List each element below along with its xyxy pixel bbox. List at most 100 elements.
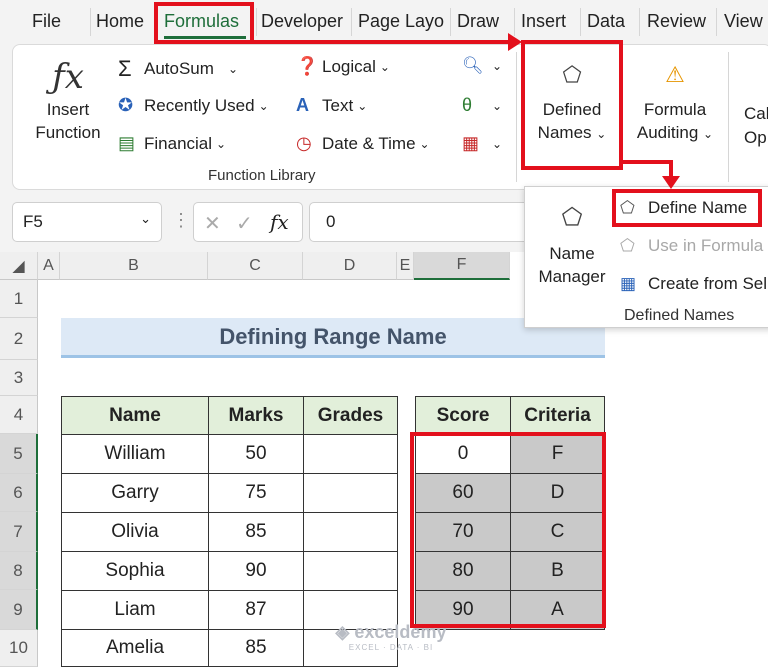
- cancel-icon[interactable]: ✕: [204, 211, 221, 236]
- calculation-options-button[interactable]: Cal Op: [744, 104, 768, 148]
- more-options-icon: ⋮: [172, 210, 190, 230]
- row-header-8[interactable]: 8: [0, 552, 38, 590]
- header-score[interactable]: Score: [415, 396, 511, 435]
- row-header-1[interactable]: 1: [0, 280, 38, 318]
- table-cell[interactable]: Olivia: [61, 512, 209, 552]
- tab-home[interactable]: Home: [96, 11, 144, 32]
- select-all-corner[interactable]: ◢: [0, 252, 38, 280]
- star-icon: ✪: [118, 95, 134, 115]
- formulas-tab-highlight: [154, 2, 254, 44]
- column-header-c[interactable]: C: [208, 252, 303, 280]
- header-name[interactable]: Name: [61, 396, 209, 435]
- table-cell[interactable]: William: [61, 434, 209, 474]
- row-header-7[interactable]: 7: [0, 512, 38, 552]
- column-header-b[interactable]: B: [60, 252, 208, 280]
- tab-insert[interactable]: Insert: [521, 11, 566, 32]
- row-header-9[interactable]: 9: [0, 590, 38, 630]
- financial-label: Financial: [144, 133, 213, 153]
- table-cell[interactable]: [303, 434, 398, 474]
- table-cell[interactable]: 50: [208, 434, 304, 474]
- table-cell[interactable]: 75: [208, 473, 304, 513]
- table-cell[interactable]: 90: [208, 551, 304, 591]
- row-header-6[interactable]: 6: [0, 474, 38, 512]
- function-icon: ƒx: [52, 57, 84, 97]
- chevron-down-icon: ⌄: [379, 59, 390, 74]
- column-header-d[interactable]: D: [303, 252, 397, 280]
- math-trig-button[interactable]: θ ⌄: [462, 95, 502, 116]
- formula-value: 0: [326, 212, 336, 231]
- create-from-selection-label: Create from Sel: [648, 274, 768, 293]
- more-functions-icon: ▦: [462, 133, 480, 153]
- theta-icon: θ: [462, 95, 473, 115]
- formula-auditing-label-2: Auditing ⌄: [630, 123, 720, 143]
- financial-button[interactable]: ▤ Financial ⌄: [118, 133, 226, 154]
- chevron-down-icon: ⌄: [140, 211, 151, 226]
- row-header-4[interactable]: 4: [0, 396, 38, 434]
- more-functions-button[interactable]: ▦ ⌄: [462, 133, 502, 154]
- chevron-down-icon: ⌄: [703, 127, 714, 141]
- formula-input[interactable]: 0: [309, 202, 539, 242]
- arrow-line-2: [623, 160, 673, 164]
- row-header-2[interactable]: 2: [0, 318, 38, 360]
- exceldemy-watermark: ◈ exceldemy EXCEL · DATA · BI: [316, 622, 466, 652]
- column-header-f[interactable]: F: [414, 252, 510, 280]
- tab-developer[interactable]: Developer: [261, 11, 345, 32]
- tab-page-layout[interactable]: Page Layout: [358, 11, 444, 32]
- sigma-icon: Σ: [118, 56, 132, 81]
- row-header-5[interactable]: 5: [0, 434, 38, 474]
- text-button[interactable]: A Text ⌄: [296, 95, 367, 116]
- name-box[interactable]: F5 ⌄: [12, 202, 162, 242]
- chevron-down-icon: ⌄: [419, 136, 430, 151]
- insert-function-button[interactable]: ƒx Insert Function: [30, 54, 106, 154]
- define-name-highlight: [612, 189, 762, 227]
- table-cell[interactable]: Sophia: [61, 551, 209, 591]
- recently-used-button[interactable]: ✪ Recently Used ⌄: [118, 95, 269, 116]
- financial-icon: ▤: [118, 133, 136, 153]
- create-from-selection-menu-item[interactable]: ▦ Create from Sel: [620, 274, 768, 294]
- tab-review[interactable]: Review: [647, 11, 706, 32]
- row-header-3[interactable]: 3: [0, 360, 38, 396]
- insert-function-label-1: Insert: [46, 100, 90, 119]
- autosum-button[interactable]: Σ AutoSum ⌄: [118, 56, 238, 82]
- arrow-line-1: [254, 40, 512, 44]
- name-manager-label-2: Manager: [538, 267, 606, 286]
- table-cell[interactable]: [303, 473, 398, 513]
- watermark-text: exceldemy: [354, 622, 447, 642]
- table-cell[interactable]: 85: [208, 512, 304, 552]
- use-in-formula-menu-item[interactable]: ⬠ Use in Formula: [620, 236, 768, 256]
- chevron-down-icon: ⌄: [357, 98, 368, 113]
- formula-auditing-label-1: Formula: [643, 100, 707, 119]
- table-cell[interactable]: 87: [208, 590, 304, 630]
- tab-data[interactable]: Data: [587, 11, 625, 32]
- tab-file[interactable]: File: [32, 11, 61, 32]
- column-header-e[interactable]: E: [397, 252, 414, 280]
- header-criteria[interactable]: Criteria: [510, 396, 605, 435]
- header-marks[interactable]: Marks: [208, 396, 304, 435]
- logical-button[interactable]: ❓ Logical ⌄: [296, 56, 390, 77]
- table-cell[interactable]: Liam: [61, 590, 209, 630]
- table-cell[interactable]: Amelia: [61, 629, 209, 667]
- autosum-label: AutoSum: [144, 59, 214, 78]
- date-time-label: Date & Time: [322, 133, 416, 153]
- tab-view[interactable]: View: [724, 11, 763, 32]
- table-cell[interactable]: [303, 551, 398, 591]
- insert-function-label-2: Function: [35, 123, 101, 142]
- enter-icon[interactable]: ✓: [236, 211, 253, 236]
- name-manager-button[interactable]: ⬠ Name Manager: [532, 192, 612, 300]
- magnifier-icon: 🔍︎: [462, 56, 484, 75]
- chevron-down-icon: ⌄: [216, 136, 227, 151]
- defined-names-highlight: [521, 40, 623, 170]
- insert-function-icon[interactable]: fx: [270, 210, 289, 234]
- score-range-highlight: [410, 432, 606, 628]
- header-grades[interactable]: Grades: [303, 396, 398, 435]
- sheet-title-text: Defining Range Name: [219, 323, 447, 349]
- date-time-button[interactable]: ◷ Date & Time ⌄: [296, 133, 430, 154]
- formula-auditing-button[interactable]: ⚠ Formula Auditing ⌄: [630, 52, 720, 166]
- table-cell[interactable]: 85: [208, 629, 304, 667]
- table-cell[interactable]: Garry: [61, 473, 209, 513]
- lookup-reference-button[interactable]: 🔍︎ ⌄: [462, 56, 502, 76]
- tab-draw[interactable]: Draw: [457, 11, 499, 32]
- row-header-10[interactable]: 10: [0, 630, 38, 667]
- column-header-a[interactable]: A: [38, 252, 60, 280]
- table-cell[interactable]: [303, 512, 398, 552]
